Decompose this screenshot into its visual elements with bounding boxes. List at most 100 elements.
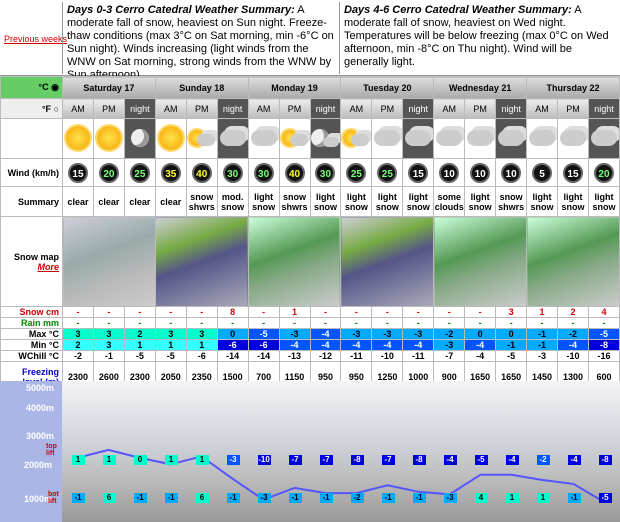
bot-lift-temp: -1 [226, 492, 240, 503]
rain-cell: - [526, 317, 558, 329]
wchill-cell: -11 [402, 350, 435, 362]
snow-cell: - [185, 306, 218, 318]
bot-lift-temp: -3 [443, 492, 457, 503]
snow-cell: - [154, 306, 187, 318]
wchill-cell: -4 [464, 350, 497, 362]
rain-cell: - [309, 317, 342, 329]
moon-cloud-icon [309, 118, 342, 159]
max-temp-cell: 0 [216, 328, 249, 340]
max-temp-cell: 3 [92, 328, 125, 340]
day-header: Sunday 18 [154, 76, 249, 99]
sun-icon [154, 118, 187, 159]
max-temp-cell: -3 [278, 328, 311, 340]
fahrenheit-toggle[interactable]: °F ○ [0, 98, 63, 119]
top-lift-temp: -5 [474, 454, 488, 465]
wchill-cell: -14 [247, 350, 280, 362]
period-cell: AM [526, 98, 558, 119]
max-temp-cell: 2 [123, 328, 156, 340]
period-cell: night [587, 98, 620, 119]
max-temp-cell: 3 [154, 328, 187, 340]
period-cell: PM [92, 98, 125, 119]
moon-icon [123, 118, 156, 159]
rain-cell: - [587, 317, 620, 329]
rain-cell: - [92, 317, 125, 329]
snow-cell: - [340, 306, 373, 318]
rain-cell: - [402, 317, 435, 329]
bot-lift-temp: -1 [319, 492, 333, 503]
snow-map-image[interactable] [433, 216, 528, 307]
period-cell: PM [278, 98, 311, 119]
wind-icon: 25 [129, 162, 150, 183]
sun-cloud-icon [278, 118, 311, 159]
wind-cell: 30 [247, 158, 280, 187]
snow-cell: - [62, 306, 94, 318]
bot-lift-temp: 1 [505, 492, 519, 503]
summary-cell: snow shwrs [495, 186, 528, 217]
min-temp-cell: -3 [433, 339, 466, 351]
wchill-cell: -3 [526, 350, 558, 362]
bot-lift-temp: -1 [412, 492, 426, 503]
summary-days-4-6: Days 4-6 Cerro Catedral Weather Summary:… [340, 2, 620, 74]
wchill-cell: -10 [371, 350, 404, 362]
min-label: Min °C [0, 339, 63, 351]
day-header: Saturday 17 [62, 76, 156, 99]
min-temp-cell: -6 [216, 339, 249, 351]
bot-lift-temp: -1 [133, 492, 147, 503]
cloud-snow-icon [433, 118, 466, 159]
min-temp-cell: 2 [62, 339, 94, 351]
wind-icon: 40 [191, 162, 212, 183]
wind-icon: 15 [67, 162, 88, 183]
snow-map-image[interactable] [526, 216, 620, 307]
summary-header: Previous weeks Days 0-3 Cerro Catedral W… [0, 0, 620, 81]
previous-weeks-link[interactable]: Previous weeks [4, 34, 67, 44]
wind-cell: 10 [495, 158, 528, 187]
snow-cell: 3 [495, 306, 528, 318]
summary-cell: light snow [340, 186, 373, 217]
period-cell: night [216, 98, 249, 119]
top-lift-temp: -4 [567, 454, 581, 465]
snow-map-image[interactable] [340, 216, 435, 307]
wind-cell: 35 [154, 158, 187, 187]
wind-cell: 25 [123, 158, 156, 187]
rain-cell: - [340, 317, 373, 329]
summary-cell: clear [62, 186, 94, 217]
rain-label: Rain mm [0, 317, 63, 329]
min-temp-cell: -4 [340, 339, 373, 351]
wind-cell: 25 [340, 158, 373, 187]
snow-map-image[interactable] [154, 216, 249, 307]
wchill-cell: -10 [557, 350, 589, 362]
period-cell: AM [62, 98, 94, 119]
celsius-toggle[interactable]: °C ◉ [0, 76, 63, 99]
max-temp-cell: -3 [402, 328, 435, 340]
summary-left-title: Days 0-3 Cerro Catedral Weather Summary: [67, 4, 295, 16]
summary-cell: light snow [247, 186, 280, 217]
rain-cell: - [62, 317, 94, 329]
period-cell: AM [154, 98, 187, 119]
snow-map-image[interactable] [62, 216, 156, 307]
top-lift-temp: -3 [226, 454, 240, 465]
wind-cell: 15 [557, 158, 589, 187]
period-cell: night [309, 98, 342, 119]
snow-cell: - [92, 306, 125, 318]
snowmap-more-link[interactable]: More [37, 262, 59, 272]
forecast-table: °C ◉ Saturday 17 Sunday 18 Monday 19 Tuesda… [0, 76, 620, 392]
snow-map-image[interactable] [247, 216, 342, 307]
min-temp-cell: -4 [464, 339, 497, 351]
max-temp-cell: 3 [185, 328, 218, 340]
summary-cell: light snow [402, 186, 435, 217]
snow-cell: - [464, 306, 497, 318]
wind-icon: 15 [408, 162, 429, 183]
min-temp-cell: 1 [123, 339, 156, 351]
min-temp-cell: -4 [557, 339, 589, 351]
wind-icon: 10 [501, 162, 522, 183]
top-lift-temp: -7 [288, 454, 302, 465]
max-temp-cell: -2 [557, 328, 589, 340]
wind-icon: 30 [222, 162, 243, 183]
top-lift-temp: 0 [133, 454, 147, 465]
wind-icon: 30 [253, 162, 274, 183]
wchill-cell: -16 [587, 350, 620, 362]
wind-icon: 15 [562, 162, 583, 183]
min-temp-cell: 3 [92, 339, 125, 351]
snow-label: Snow cm [0, 306, 63, 318]
snow-cell: 1 [526, 306, 558, 318]
